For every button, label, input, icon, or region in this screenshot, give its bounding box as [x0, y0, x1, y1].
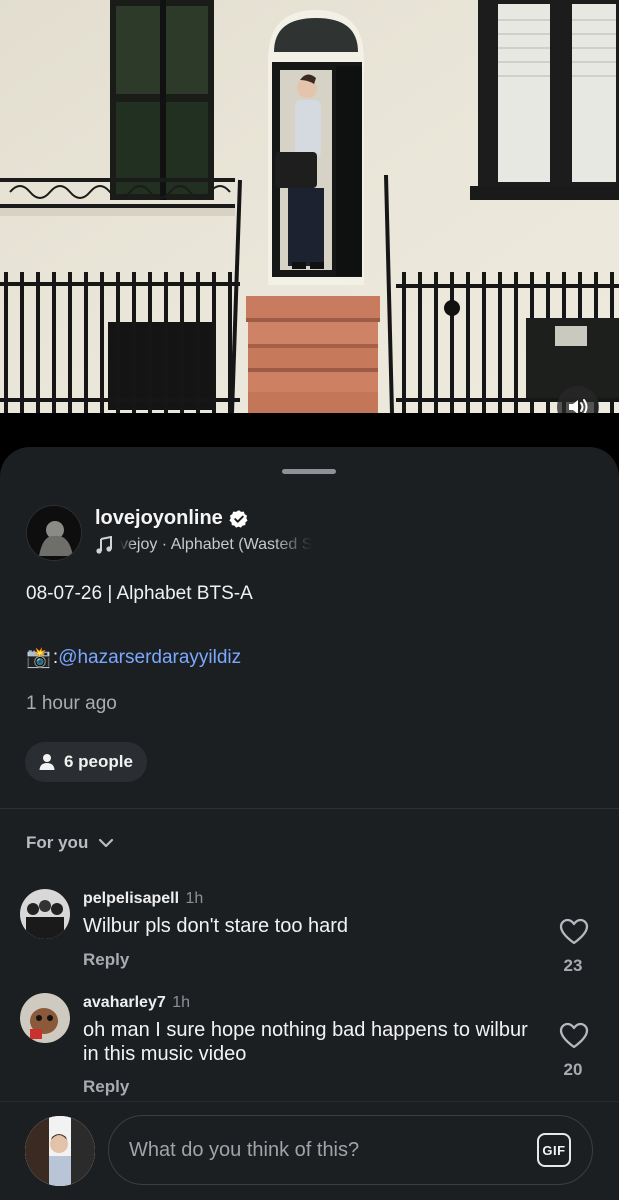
author-username[interactable]: lovejoyonline — [95, 507, 223, 530]
commenter-username[interactable]: pelpelisapell — [83, 890, 179, 907]
comment-text: Wilbur pls don't stare too hard — [83, 915, 349, 937]
commenter-avatar[interactable] — [20, 993, 70, 1043]
tagged-people-label: 6 people — [64, 752, 133, 771]
mention-link[interactable]: @hazarserdarayyildiz — [58, 647, 241, 669]
comment-sort-dropdown[interactable]: For you — [26, 833, 114, 853]
commenter-avatar-image — [20, 993, 70, 1043]
tagged-people-button[interactable]: 6 people — [25, 742, 147, 782]
comment-input[interactable] — [129, 1116, 519, 1184]
speaker-icon — [569, 399, 588, 413]
gif-label: GIF — [542, 1142, 566, 1158]
chevron-down-icon — [99, 838, 114, 848]
comment-time: 1h — [172, 994, 190, 1011]
building-photo-illustration — [0, 0, 619, 413]
comment-header: avaharley7 1h — [83, 994, 190, 1012]
camera-flash-emoji: 📸 — [26, 647, 51, 669]
audio-attribution[interactable]: vejoy · Alphabet (Wasted S — [95, 536, 355, 554]
verified-badge-icon — [229, 509, 248, 528]
like-count: 20 — [563, 1060, 583, 1079]
caption-credit: 📸 : @hazarserdarayyildiz — [26, 645, 241, 670]
reply-button[interactable]: Reply — [83, 950, 129, 970]
my-avatar[interactable] — [25, 1116, 95, 1186]
my-avatar-image — [25, 1116, 95, 1186]
commenter-avatar-image — [20, 889, 70, 939]
sheet-grabber[interactable] — [282, 469, 336, 474]
commenter-avatar[interactable] — [20, 889, 70, 939]
comment-input-container: GIF — [108, 1115, 593, 1185]
comments-sheet: lovejoyonline vejoy · Alphabet (Wasted S… — [0, 447, 619, 1200]
heart-icon[interactable] — [559, 918, 589, 946]
like-count: 23 — [563, 956, 583, 975]
comment-text: oh man I sure hope nothing bad happens t… — [83, 1019, 528, 1065]
audio-track-label: vejoy · Alphabet (Wasted S — [120, 536, 313, 553]
comment-composer: GIF — [0, 1101, 619, 1200]
author-avatar-image — [27, 506, 81, 560]
post-timestamp: 1 hour ago — [26, 693, 117, 714]
heart-icon[interactable] — [559, 1022, 589, 1050]
comment-time: 1h — [185, 890, 204, 907]
music-note-icon — [96, 536, 112, 554]
comment-sort-label: For you — [26, 833, 89, 852]
author-avatar[interactable] — [26, 505, 82, 561]
post-photo[interactable] — [0, 0, 619, 413]
caption-text: 08-07-26 | Alphabet BTS-A — [26, 583, 253, 604]
person-icon — [39, 754, 55, 770]
reply-button[interactable]: Reply — [83, 1077, 129, 1097]
commenter-username[interactable]: avaharley7 — [83, 994, 166, 1011]
gif-icon[interactable]: GIF — [537, 1133, 571, 1167]
section-divider — [0, 808, 619, 809]
comment-header: pelpelisapell 1h — [83, 890, 203, 908]
